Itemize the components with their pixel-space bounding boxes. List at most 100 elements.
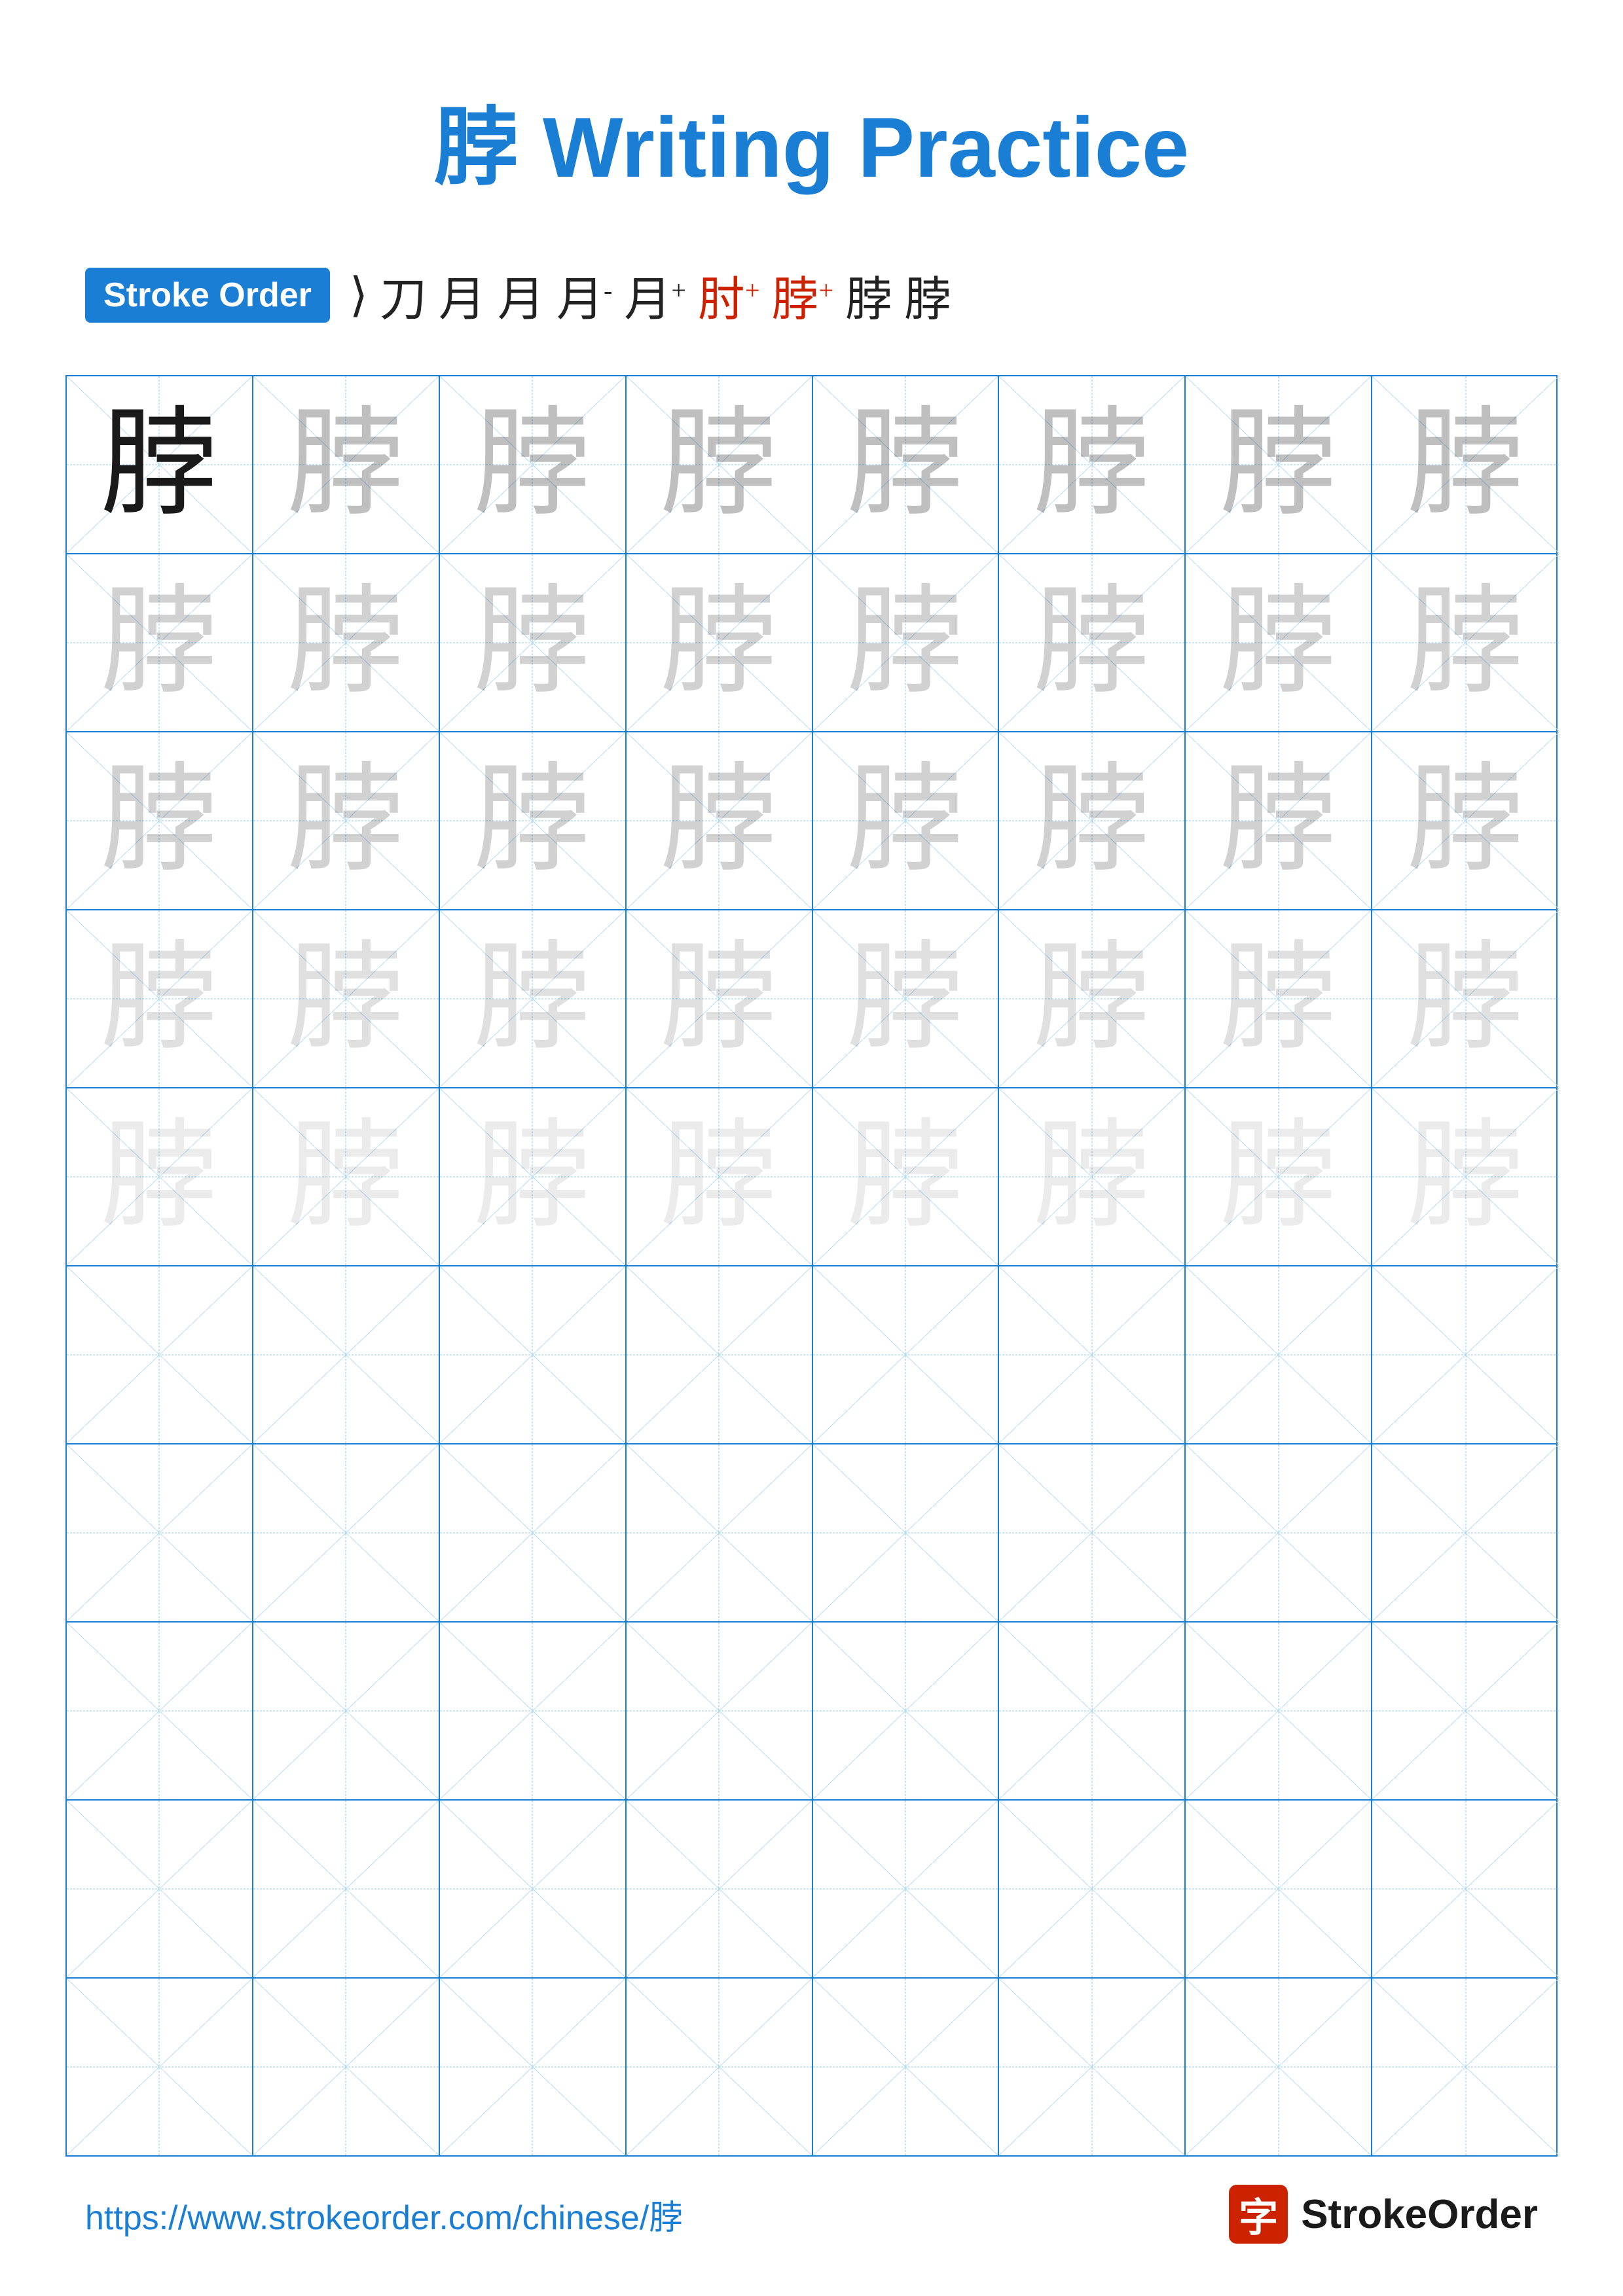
grid-cell-3-1[interactable]: 脖 (67, 732, 253, 909)
grid-cell-10-8[interactable] (1372, 1979, 1559, 2155)
footer-url: https://www.strokeorder.com/chinese/脖 (85, 2190, 683, 2239)
grid-cell-6-6[interactable] (999, 1266, 1186, 1443)
grid-cell-1-4[interactable]: 脖 (627, 376, 813, 553)
grid-cell-5-2[interactable]: 脖 (253, 1088, 440, 1265)
grid-cell-6-1[interactable] (67, 1266, 253, 1443)
grid-cell-6-2[interactable] (253, 1266, 440, 1443)
grid-row-5: 脖 脖 脖 脖 脖 脖 脖 脖 (67, 1088, 1556, 1266)
grid-cell-5-6[interactable]: 脖 (999, 1088, 1186, 1265)
grid-cell-8-5[interactable] (813, 1623, 1000, 1799)
char-practice: 脖 (287, 1118, 405, 1236)
grid-cell-4-1[interactable]: 脖 (67, 910, 253, 1087)
grid-cell-9-2[interactable] (253, 1801, 440, 1977)
grid-cell-3-6[interactable]: 脖 (999, 732, 1186, 909)
grid-cell-2-3[interactable]: 脖 (440, 554, 627, 731)
grid-cell-8-7[interactable] (1186, 1623, 1372, 1799)
grid-cell-6-3[interactable] (440, 1266, 627, 1443)
grid-cell-9-4[interactable] (627, 1801, 813, 1977)
grid-cell-7-3[interactable] (440, 1444, 627, 1621)
grid-cell-5-4[interactable]: 脖 (627, 1088, 813, 1265)
grid-cell-7-4[interactable] (627, 1444, 813, 1621)
grid-cell-5-8[interactable]: 脖 (1372, 1088, 1559, 1265)
grid-cell-1-5[interactable]: 脖 (813, 376, 1000, 553)
grid-cell-1-7[interactable]: 脖 (1186, 376, 1372, 553)
grid-cell-2-4[interactable]: 脖 (627, 554, 813, 731)
grid-cell-1-6[interactable]: 脖 (999, 376, 1186, 553)
grid-cell-3-3[interactable]: 脖 (440, 732, 627, 909)
seq-4: 月 (498, 260, 545, 329)
grid-cell-4-8[interactable]: 脖 (1372, 910, 1559, 1087)
grid-cell-8-8[interactable] (1372, 1623, 1559, 1799)
grid-row-3: 脖 脖 脖 脖 脖 脖 脖 脖 (67, 732, 1556, 910)
grid-cell-7-2[interactable] (253, 1444, 440, 1621)
grid-cell-6-8[interactable] (1372, 1266, 1559, 1443)
grid-cell-10-6[interactable] (999, 1979, 1186, 2155)
grid-cell-1-2[interactable]: 脖 (253, 376, 440, 553)
grid-cell-3-2[interactable]: 脖 (253, 732, 440, 909)
grid-cell-10-1[interactable] (67, 1979, 253, 2155)
grid-cell-8-4[interactable] (627, 1623, 813, 1799)
char-practice: 脖 (287, 406, 405, 524)
grid-cell-3-4[interactable]: 脖 (627, 732, 813, 909)
grid-cell-10-3[interactable] (440, 1979, 627, 2155)
grid-cell-4-7[interactable]: 脖 (1186, 910, 1372, 1087)
grid-cell-2-2[interactable]: 脖 (253, 554, 440, 731)
grid-cell-3-5[interactable]: 脖 (813, 732, 1000, 909)
grid-cell-10-7[interactable] (1186, 1979, 1372, 2155)
grid-cell-8-2[interactable] (253, 1623, 440, 1799)
grid-cell-9-5[interactable] (813, 1801, 1000, 1977)
char-practice: 脖 (100, 762, 218, 880)
grid-cell-9-8[interactable] (1372, 1801, 1559, 1977)
grid-cell-5-7[interactable]: 脖 (1186, 1088, 1372, 1265)
grid-cell-7-6[interactable] (999, 1444, 1186, 1621)
seq-9: 脖 (845, 260, 892, 329)
grid-cell-9-1[interactable] (67, 1801, 253, 1977)
grid-cell-6-7[interactable] (1186, 1266, 1372, 1443)
grid-cell-9-7[interactable] (1186, 1801, 1372, 1977)
grid-cell-5-1[interactable]: 脖 (67, 1088, 253, 1265)
grid-cell-9-6[interactable] (999, 1801, 1186, 1977)
grid-cell-8-1[interactable] (67, 1623, 253, 1799)
grid-cell-5-3[interactable]: 脖 (440, 1088, 627, 1265)
char-practice: 脖 (473, 406, 591, 524)
grid-cell-10-5[interactable] (813, 1979, 1000, 2155)
grid-cell-4-3[interactable]: 脖 (440, 910, 627, 1087)
grid-cell-3-8[interactable]: 脖 (1372, 732, 1559, 909)
grid-cell-8-3[interactable] (440, 1623, 627, 1799)
grid-cell-10-4[interactable] (627, 1979, 813, 2155)
grid-cell-9-3[interactable] (440, 1801, 627, 1977)
char-practice: 脖 (1220, 762, 1338, 880)
grid-cell-10-2[interactable] (253, 1979, 440, 2155)
seq-5: 月- (556, 260, 612, 329)
grid-cell-6-4[interactable] (627, 1266, 813, 1443)
grid-cell-7-1[interactable] (67, 1444, 253, 1621)
char-practice: 脖 (1220, 940, 1338, 1058)
char-practice: 脖 (473, 762, 591, 880)
grid-cell-1-8[interactable]: 脖 (1372, 376, 1559, 553)
grid-row-4: 脖 脖 脖 脖 脖 脖 脖 脖 (67, 910, 1556, 1088)
grid-cell-8-6[interactable] (999, 1623, 1186, 1799)
char-practice: 脖 (473, 1118, 591, 1236)
grid-cell-2-8[interactable]: 脖 (1372, 554, 1559, 731)
grid-cell-7-5[interactable] (813, 1444, 1000, 1621)
grid-cell-4-2[interactable]: 脖 (253, 910, 440, 1087)
title-char: 脖 (434, 99, 519, 195)
grid-cell-7-8[interactable] (1372, 1444, 1559, 1621)
grid-cell-3-7[interactable]: 脖 (1186, 732, 1372, 909)
grid-cell-2-7[interactable]: 脖 (1186, 554, 1372, 731)
grid-cell-5-5[interactable]: 脖 (813, 1088, 1000, 1265)
grid-cell-2-5[interactable]: 脖 (813, 554, 1000, 731)
grid-cell-1-3[interactable]: 脖 (440, 376, 627, 553)
grid-cell-4-5[interactable]: 脖 (813, 910, 1000, 1087)
char-practice: 脖 (1033, 940, 1151, 1058)
char-practice: 脖 (1407, 1118, 1525, 1236)
brand-icon: 字 (1229, 2185, 1288, 2244)
grid-cell-2-6[interactable]: 脖 (999, 554, 1186, 731)
grid-cell-2-1[interactable]: 脖 (67, 554, 253, 731)
grid-cell-4-6[interactable]: 脖 (999, 910, 1186, 1087)
char-practice: 脖 (1220, 584, 1338, 702)
grid-cell-1-1[interactable]: 脖 (67, 376, 253, 553)
grid-cell-6-5[interactable] (813, 1266, 1000, 1443)
grid-cell-7-7[interactable] (1186, 1444, 1372, 1621)
grid-cell-4-4[interactable]: 脖 (627, 910, 813, 1087)
